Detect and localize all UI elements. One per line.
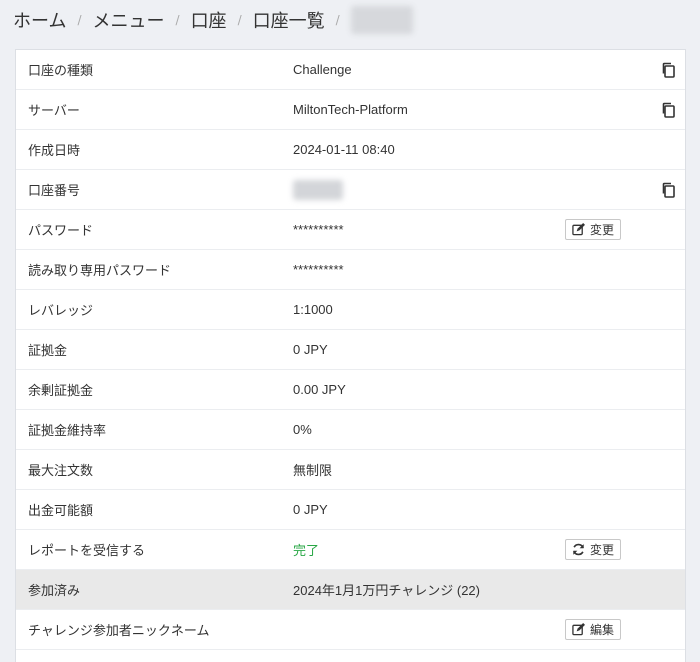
row-value: 無制限: [293, 463, 333, 478]
row-value: 完了: [293, 543, 320, 558]
copy-icon[interactable]: [661, 182, 675, 198]
row-label: 証拠金維持率: [28, 424, 107, 439]
row-value: 1:1000: [293, 302, 333, 317]
row-value-redacted: [293, 179, 343, 200]
row-label: 出金可能額: [28, 504, 94, 519]
row-value: 2024年1月1万円チャレンジ (22): [293, 583, 480, 598]
row-value: **********: [293, 222, 344, 237]
row-label: 口座番号: [28, 184, 81, 199]
account-row: 証拠金維持率 0%: [16, 410, 685, 450]
row-label: パスワード: [28, 224, 94, 239]
row-value: 0.00 JPY: [293, 382, 346, 397]
button-label: 変更: [590, 543, 615, 557]
row-label: チャレンジ参加者ニックネーム: [28, 624, 210, 639]
breadcrumb: ホーム / メニュー / 口座 / 口座一覧 /: [13, 4, 413, 36]
account-row: レバレッジ 1:1000: [16, 290, 685, 330]
account-row: 出金可能額 0 JPY: [16, 490, 685, 530]
account-row: 参加済み 2024年1月1万円チャレンジ (22): [16, 570, 685, 610]
change-button[interactable]: 変更: [565, 539, 622, 560]
edit-icon: [572, 623, 585, 636]
row-value: Challenge: [293, 62, 352, 77]
account-row: 口座番号: [16, 170, 685, 210]
breadcrumb-account-list[interactable]: 口座一覧: [253, 7, 325, 33]
account-row: 最大注文数 無制限: [16, 450, 685, 490]
breadcrumb-separator: /: [77, 13, 82, 27]
row-label: 証拠金: [28, 344, 68, 359]
row-label: レポートを受信する: [28, 544, 146, 559]
row-value: MiltonTech-Platform: [293, 102, 408, 117]
row-value: **********: [293, 262, 344, 277]
row-label: 作成日時: [28, 144, 81, 159]
refresh-icon: [572, 543, 585, 556]
account-row: チャレンジ参加者ニックネーム 編集: [16, 610, 685, 650]
breadcrumb-home[interactable]: ホーム: [13, 7, 66, 33]
breadcrumb-separator: /: [175, 13, 180, 27]
breadcrumb-account[interactable]: 口座: [191, 7, 227, 33]
breadcrumb-separator: /: [335, 13, 340, 27]
row-label: レバレッジ: [28, 304, 94, 319]
breadcrumb-separator: /: [237, 13, 242, 27]
account-row: 作成日時 2024-01-11 08:40: [16, 130, 685, 170]
edit-icon: [572, 223, 585, 236]
account-row: 読み取り専用パスワード **********: [16, 250, 685, 290]
row-label: 余剰証拠金: [28, 384, 94, 399]
account-row: レポートを受信する 完了 変更: [16, 530, 685, 570]
account-details-panel: 口座の種類 Challenge サーバー MiltonTech-Platform 作成日…: [15, 49, 686, 662]
account-row: 余剰証拠金 0.00 JPY: [16, 370, 685, 410]
account-row: 口座の種類 Challenge: [16, 50, 685, 90]
row-label: サーバー: [28, 104, 80, 119]
account-row: サーバー MiltonTech-Platform: [16, 90, 685, 130]
account-row: パスワード ********** 変更: [16, 210, 685, 250]
row-value: 0 JPY: [293, 342, 328, 357]
edit-button[interactable]: 編集: [565, 619, 622, 640]
copy-icon[interactable]: [661, 62, 675, 78]
change-button[interactable]: 変更: [565, 219, 622, 240]
row-label: 最大注文数: [28, 464, 94, 479]
row-label: 口座の種類: [28, 64, 94, 79]
button-label: 編集: [590, 623, 615, 637]
row-value: 0%: [293, 422, 312, 437]
breadcrumb-menu[interactable]: メニュー: [93, 7, 165, 33]
row-value: 2024-01-11 08:40: [293, 142, 395, 157]
row-label: 参加済み: [28, 584, 81, 599]
button-label: 変更: [590, 223, 615, 237]
row-value: 0 JPY: [293, 502, 328, 517]
account-row: 証拠金 0 JPY: [16, 330, 685, 370]
row-label: 読み取り専用パスワード: [28, 264, 172, 279]
breadcrumb-current-redacted: [350, 6, 413, 34]
copy-icon[interactable]: [661, 102, 675, 118]
